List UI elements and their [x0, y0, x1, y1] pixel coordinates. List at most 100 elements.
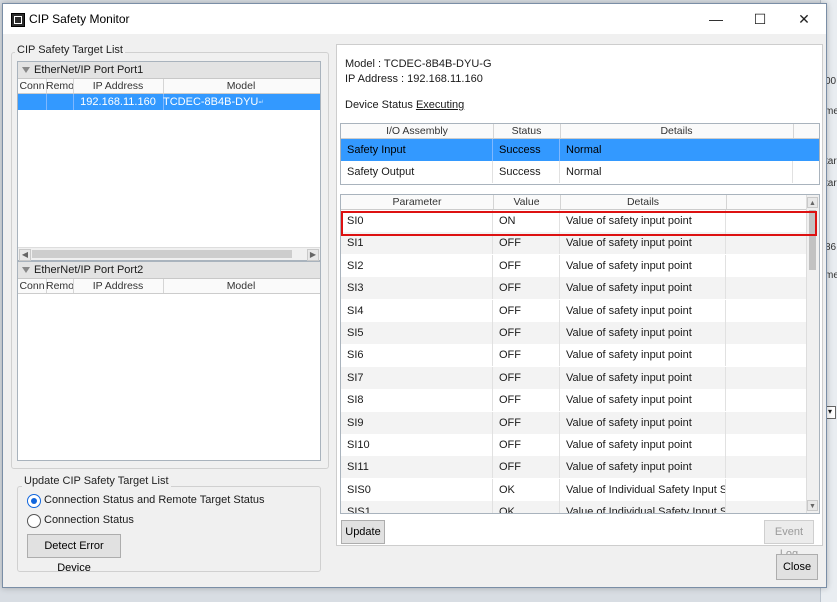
col-model[interactable]: Model: [163, 79, 319, 93]
param-value: OFF: [493, 277, 560, 300]
port2-name: EtherNet/IP Port Port2: [34, 264, 144, 276]
parameter-grid[interactable]: Parameter Value Details SI0 ON Value of sa…: [340, 194, 820, 514]
event-log-button[interactable]: Event Log: [764, 520, 814, 560]
scroll-thumb[interactable]: [32, 250, 292, 258]
col-param-details[interactable]: Details: [560, 195, 727, 209]
col-remote[interactable]: Remo: [46, 79, 74, 93]
target-list-label: CIP Safety Target List: [15, 44, 125, 56]
radio-connection-status-label[interactable]: Connection Status: [44, 514, 134, 526]
parameter-row[interactable]: SI10 OFF Value of safety input point: [341, 434, 819, 456]
param-details: Value of safety input point: [560, 366, 726, 389]
param-name: SI8: [341, 389, 493, 412]
collapse-triangle-icon: [22, 67, 30, 74]
port1-column-header: Conn Remo IP Address Model: [18, 79, 320, 94]
port2-list[interactable]: EtherNet/IP Port Port2 Conn Remo IP Addr…: [17, 261, 321, 461]
param-name: SIS0: [341, 478, 493, 501]
port1-name: EtherNet/IP Port Port1: [34, 64, 144, 76]
parameter-row[interactable]: SI9 OFF Value of safety input point: [341, 411, 819, 434]
io-row-safety-output[interactable]: Safety Output Success Normal: [341, 161, 819, 183]
row-ip: 192.168.11.160: [73, 94, 164, 110]
col-status[interactable]: Status: [493, 124, 561, 138]
port2-header[interactable]: EtherNet/IP Port Port2: [18, 262, 320, 279]
device-info-panel: Model : TCDEC-8B4B-DYU-G IP Address : 19…: [336, 44, 823, 560]
close-window-button[interactable]: ✕: [782, 4, 826, 34]
detect-error-device-button[interactable]: Detect Error Device: [27, 534, 121, 574]
col-details[interactable]: Details: [560, 124, 794, 138]
col-remote[interactable]: Remo: [46, 279, 74, 293]
param-value: OFF: [493, 411, 560, 434]
col-io-assembly[interactable]: I/O Assembly: [341, 124, 494, 138]
io-assembly-grid[interactable]: I/O Assembly Status Details Safety Input…: [340, 123, 820, 185]
parameter-row[interactable]: SI4 OFF Value of safety input point: [341, 299, 819, 322]
radio-connection-and-remote-label[interactable]: Connection Status and Remote Target Stat…: [44, 494, 265, 506]
update-button[interactable]: Update: [341, 520, 385, 544]
parameter-row[interactable]: SI5 OFF Value of safety input point: [341, 322, 819, 344]
collapse-triangle-icon: [22, 267, 30, 274]
radio-connection-and-remote[interactable]: [27, 494, 41, 508]
param-name: SI5: [341, 322, 493, 344]
io-row-safety-input[interactable]: Safety Input Success Normal: [341, 139, 819, 161]
param-details: Value of safety input point: [560, 277, 726, 300]
scroll-right-icon[interactable]: ▶: [307, 249, 319, 261]
port1-header[interactable]: EtherNet/IP Port Port1: [18, 62, 320, 79]
col-parameter[interactable]: Parameter: [341, 195, 494, 209]
param-details: Value of safety input point: [560, 299, 726, 322]
param-details: Value of safety input point: [560, 344, 726, 367]
device-status-value[interactable]: Executing: [416, 99, 464, 111]
parameter-row[interactable]: SIS1 OK Value of Individual Safety Input S…: [341, 501, 819, 513]
param-value: OK: [493, 501, 560, 513]
io-name: Safety Output: [341, 161, 493, 183]
window-title: CIP Safety Monitor: [29, 12, 130, 26]
parameter-row[interactable]: SI8 OFF Value of safety input point: [341, 389, 819, 412]
title-bar: CIP Safety Monitor — ☐ ✕: [3, 4, 826, 34]
param-value: OFF: [493, 299, 560, 322]
param-name: SI6: [341, 344, 493, 367]
parameter-header: Parameter Value Details: [341, 195, 819, 210]
parameter-row[interactable]: SI3 OFF Value of safety input point: [341, 277, 819, 300]
parameter-vscrollbar[interactable]: ▲ ▼: [806, 195, 819, 513]
col-ip-address[interactable]: IP Address: [73, 279, 164, 293]
row-model: TCDEC-8B4B-DYU-G: [163, 96, 263, 108]
parameter-row[interactable]: SI7 OFF Value of safety input point: [341, 366, 819, 389]
app-icon: [11, 13, 25, 27]
param-details: Value of safety input point: [560, 434, 726, 456]
scroll-left-icon[interactable]: ◀: [19, 249, 31, 261]
close-button[interactable]: Close: [776, 554, 818, 580]
parameter-row[interactable]: SI11 OFF Value of safety input point: [341, 456, 819, 479]
device-ip: IP Address : 192.168.11.160: [345, 73, 483, 85]
update-group-label: Update CIP Safety Target List: [22, 475, 171, 487]
scroll-down-icon[interactable]: ▼: [807, 500, 818, 511]
param-value: OFF: [493, 434, 560, 456]
radio-connection-status[interactable]: [27, 514, 41, 528]
param-details: Value of safety input point: [560, 456, 726, 479]
parameter-row[interactable]: SI2 OFF Value of safety input point: [341, 254, 819, 277]
scroll-up-icon[interactable]: ▲: [807, 197, 818, 208]
col-conn[interactable]: Conn: [18, 279, 47, 293]
col-conn[interactable]: Conn: [18, 79, 47, 93]
io-name: Safety Input: [341, 139, 493, 161]
row-remote: [46, 94, 74, 110]
col-model[interactable]: Model: [163, 279, 319, 293]
param-name: SI4: [341, 299, 493, 322]
param-name: SIS1: [341, 501, 493, 513]
parameter-row[interactable]: SIS0 OK Value of Individual Safety Input S…: [341, 478, 819, 501]
io-assembly-header: I/O Assembly Status Details: [341, 124, 819, 139]
highlight-box: [341, 211, 817, 236]
minimize-button[interactable]: —: [694, 4, 738, 34]
param-details: Value of Individual Safety Input Sta: [560, 501, 726, 513]
param-value: OFF: [493, 389, 560, 412]
parameter-row[interactable]: SI6 OFF Value of safety input point: [341, 344, 819, 367]
maximize-button[interactable]: ☐: [738, 4, 782, 34]
device-status: Device Status Executing: [345, 99, 464, 111]
device-status-label: Device Status: [345, 99, 413, 111]
param-value: OFF: [493, 456, 560, 479]
param-value: OFF: [493, 344, 560, 367]
col-ip-address[interactable]: IP Address: [73, 79, 164, 93]
port1-list[interactable]: EtherNet/IP Port Port1 Conn Remo IP Addr…: [17, 61, 321, 261]
io-status: Success: [493, 161, 560, 183]
row-conn: [18, 94, 47, 110]
param-value: OFF: [493, 366, 560, 389]
col-value[interactable]: Value: [493, 195, 561, 209]
port1-row-selected[interactable]: 192.168.11.160 TCDEC-8B4B-DYU-G: [18, 94, 320, 110]
port1-hscrollbar[interactable]: ◀ ▶: [18, 247, 320, 261]
